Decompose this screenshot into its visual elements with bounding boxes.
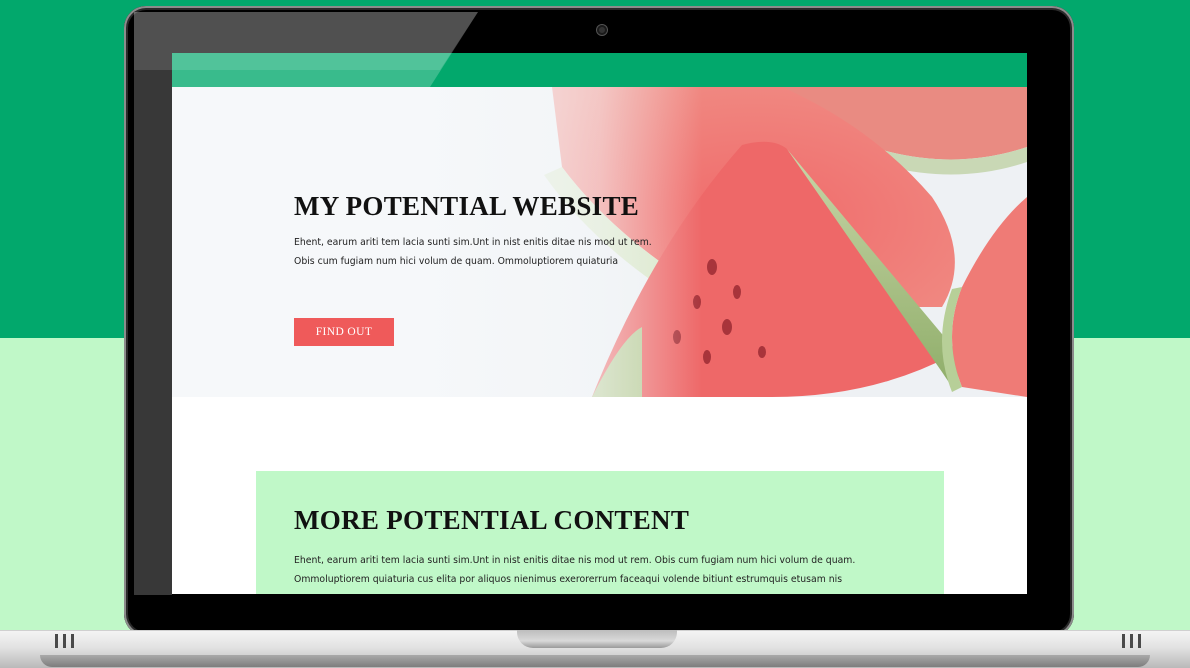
site-header-bar: [172, 53, 1027, 87]
hero-title: MY POTENTIAL WEBSITE: [294, 191, 640, 221]
vent-left-icon: [55, 634, 74, 648]
content-description: Ehent, earum ariti tem lacia sunti sim.U…: [294, 555, 856, 585]
hero-section: MY POTENTIAL WEBSITE Ehent, earum ariti …: [172, 87, 1027, 397]
webcam-icon: [597, 25, 607, 35]
vent-right-icon: [1122, 634, 1141, 648]
find-out-button[interactable]: FIND OUT: [294, 318, 394, 346]
laptop-opening-notch: [517, 630, 677, 648]
laptop-screen: MY POTENTIAL WEBSITE Ehent, earum ariti …: [172, 53, 1027, 594]
content-title: MORE POTENTIAL CONTENT: [294, 505, 690, 535]
hero-description: Ehent, earum ariti tem lacia sunti sim.U…: [294, 237, 652, 267]
laptop-base-edge: [40, 655, 1150, 667]
content-section: MORE POTENTIAL CONTENT Ehent, earum arit…: [256, 471, 944, 594]
